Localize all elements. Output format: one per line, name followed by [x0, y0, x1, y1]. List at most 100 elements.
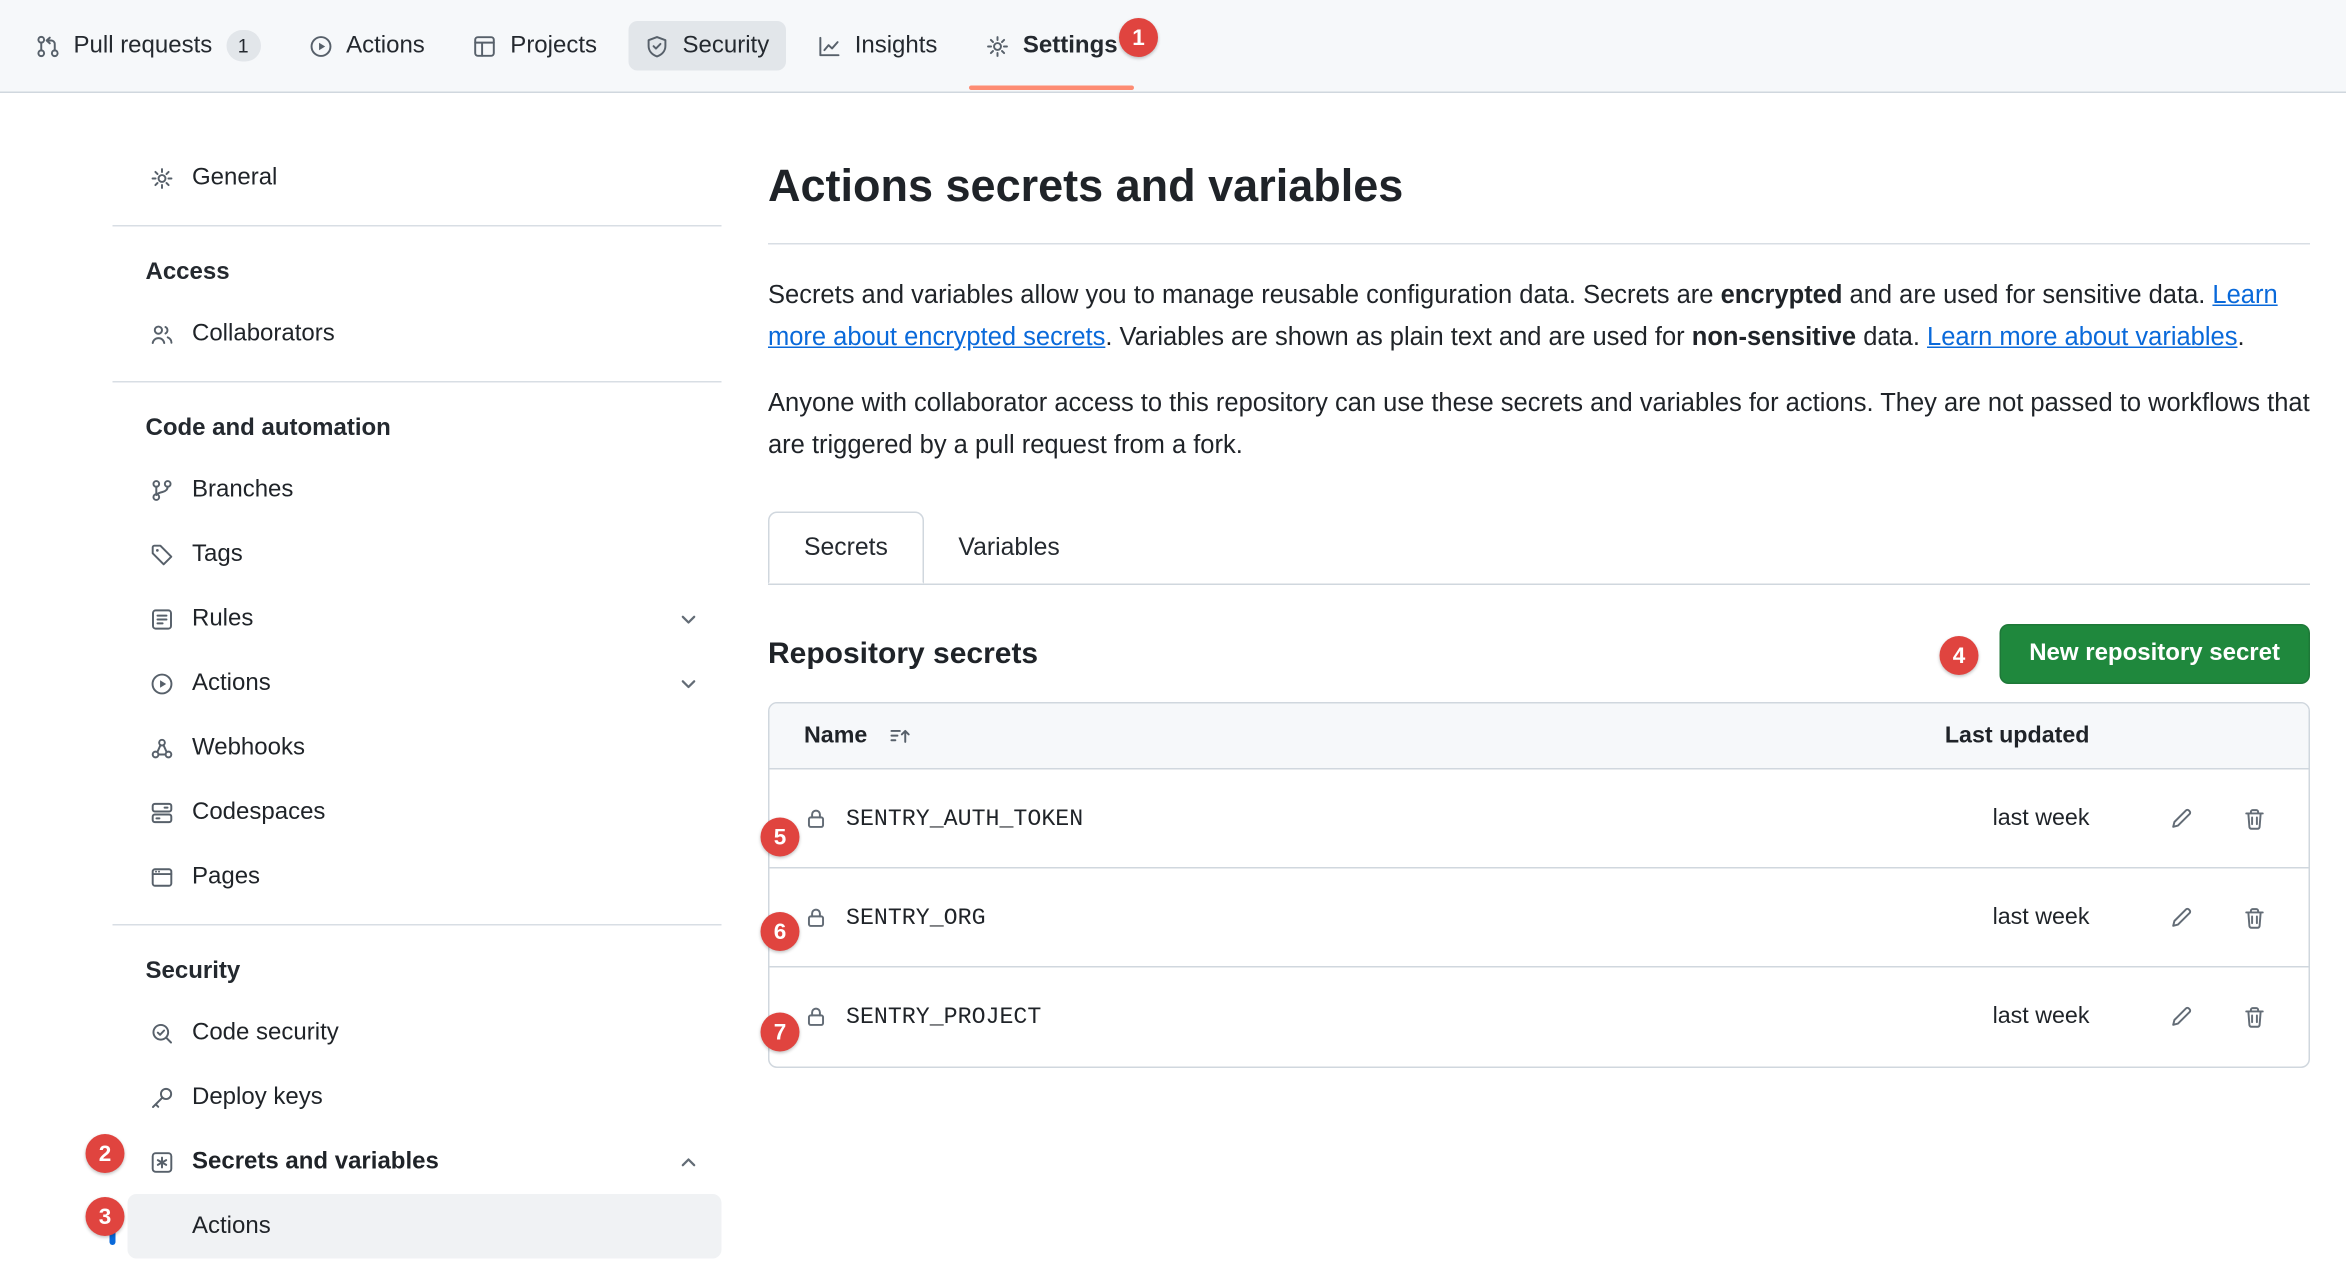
- tab-label: Projects: [510, 33, 597, 59]
- sidebar-item-general[interactable]: General: [113, 146, 722, 211]
- github-repo-settings-page: Pull requests 1 Actions Projects Securit…: [0, 0, 2346, 1278]
- secret-last-updated: last week: [1925, 805, 2090, 832]
- annotation-badge-4: 4: [1940, 636, 1979, 675]
- tab-projects[interactable]: Projects: [449, 0, 621, 92]
- divider: [113, 225, 722, 227]
- tab-actions[interactable]: Actions: [285, 0, 449, 92]
- secrets-table: Name Last updated SENTRY_AUTH_TOKEN last…: [768, 702, 2310, 1068]
- repository-secrets-header-row: Repository secrets New repository secret: [768, 624, 2310, 684]
- chevron-up-icon: [677, 1150, 701, 1174]
- tab-secrets[interactable]: Secrets: [768, 512, 924, 584]
- intro-bold-non-sensitive: non-sensitive: [1692, 323, 1856, 352]
- lock-icon: [804, 1005, 828, 1029]
- sidebar-item-collaborators[interactable]: Collaborators: [113, 302, 722, 367]
- shield-icon: [645, 34, 669, 58]
- asterisk-box-icon: [150, 1150, 174, 1174]
- sidebar-section-access: Access: [113, 242, 722, 302]
- sidebar-item-code-security[interactable]: Code security: [113, 1001, 722, 1066]
- table-icon: [473, 34, 497, 58]
- annotation-badge-5: 5: [761, 818, 800, 857]
- chevron-down-icon: [677, 671, 701, 695]
- secret-row-sentry-project: SENTRY_PROJECT last week: [770, 968, 2309, 1067]
- sidebar-item-label: Codespaces: [192, 799, 325, 826]
- git-pull-request-icon: [36, 34, 60, 58]
- sidebar-section-security: Security: [113, 941, 722, 1001]
- sidebar-item-label: Deploy keys: [192, 1084, 323, 1111]
- sidebar-item-webhooks[interactable]: Webhooks: [113, 716, 722, 781]
- secrets-table-header: Name Last updated: [770, 704, 2309, 770]
- secret-actions-cell: [2090, 1005, 2285, 1029]
- secret-last-updated: last week: [1925, 1004, 2090, 1031]
- sidebar-item-actions[interactable]: Actions: [113, 651, 722, 716]
- key-icon: [150, 1085, 174, 1109]
- annotation-badge-3: 3: [86, 1197, 125, 1236]
- sidebar-section-code-and-automation: Code and automation: [113, 398, 722, 458]
- delete-secret-button[interactable]: [2243, 905, 2267, 929]
- settings-sidebar: General Access Collaborators Code and au…: [113, 93, 722, 1259]
- sidebar-item-tags[interactable]: Tags: [113, 522, 722, 587]
- sidebar-item-label: Collaborators: [192, 320, 335, 347]
- sidebar-item-deploy-keys[interactable]: Deploy keys: [113, 1065, 722, 1130]
- lock-icon: [804, 806, 828, 830]
- webhook-icon: [150, 736, 174, 760]
- intro-bold-encrypted: encrypted: [1721, 281, 1843, 310]
- tab-insights[interactable]: Insights: [793, 0, 961, 92]
- column-header-name-cell: Name: [794, 722, 1925, 749]
- edit-secret-button[interactable]: [2169, 806, 2193, 830]
- tab-label: Settings: [1023, 33, 1118, 59]
- sidebar-item-label: General: [192, 164, 277, 191]
- intro-text: .: [2237, 323, 2244, 352]
- intro-text: and are used for sensitive data.: [1842, 281, 2212, 310]
- sidebar-item-label: Actions: [192, 1213, 271, 1240]
- play-circle-icon: [150, 671, 174, 695]
- intro-text: Secrets and variables allow you to manag…: [768, 281, 1721, 310]
- section-title: Repository secrets: [768, 637, 1038, 672]
- lock-icon: [804, 905, 828, 929]
- secrets-variables-tabnav: Secrets Variables: [768, 512, 2310, 586]
- rules-icon: [150, 607, 174, 631]
- annotation-badge-6: 6: [761, 912, 800, 951]
- secret-name: SENTRY_PROJECT: [846, 1004, 1041, 1031]
- divider: [113, 924, 722, 926]
- intro-text: . Variables are shown as plain text and …: [1105, 323, 1691, 352]
- sidebar-item-label: Code security: [192, 1019, 339, 1046]
- edit-secret-button[interactable]: [2169, 905, 2193, 929]
- column-header-name[interactable]: Name: [804, 722, 867, 749]
- people-icon: [150, 322, 174, 346]
- sidebar-subitem-actions-secrets[interactable]: Actions: [128, 1194, 722, 1259]
- sidebar-item-rules[interactable]: Rules: [113, 587, 722, 652]
- sidebar-item-label: Webhooks: [192, 734, 305, 761]
- active-tab-underline: [969, 86, 1134, 91]
- secret-row-sentry-auth-token: SENTRY_AUTH_TOKEN last week: [770, 770, 2309, 869]
- sidebar-item-branches[interactable]: Branches: [113, 458, 722, 523]
- new-repository-secret-button[interactable]: New repository secret: [1999, 624, 2310, 684]
- sort-ascending-icon[interactable]: [888, 724, 912, 748]
- divider: [113, 381, 722, 383]
- gear-icon: [150, 166, 174, 190]
- tab-label: Actions: [346, 33, 425, 59]
- delete-secret-button[interactable]: [2243, 1005, 2267, 1029]
- divider: [768, 243, 2310, 245]
- sidebar-item-codespaces[interactable]: Codespaces: [113, 780, 722, 845]
- delete-secret-button[interactable]: [2243, 806, 2267, 830]
- content-area: General Access Collaborators Code and au…: [0, 93, 2346, 1259]
- note-paragraph: Anyone with collaborator access to this …: [768, 383, 2310, 467]
- tab-settings[interactable]: Settings: [961, 0, 1141, 92]
- tab-label: Insights: [855, 33, 938, 59]
- sidebar-item-label: Pages: [192, 863, 260, 890]
- git-branch-icon: [150, 478, 174, 502]
- sidebar-item-secrets-and-variables[interactable]: Secrets and variables: [113, 1130, 722, 1195]
- codespaces-icon: [150, 800, 174, 824]
- link-variables[interactable]: Learn more about variables: [1927, 323, 2237, 352]
- tab-variables[interactable]: Variables: [924, 512, 1094, 584]
- codescan-icon: [150, 1021, 174, 1045]
- edit-secret-button[interactable]: [2169, 1005, 2193, 1029]
- repo-tab-navigation: Pull requests 1 Actions Projects Securit…: [0, 0, 2346, 93]
- secret-row-sentry-org: SENTRY_ORG last week: [770, 869, 2309, 968]
- sidebar-item-pages[interactable]: Pages: [113, 845, 722, 910]
- graph-icon: [817, 34, 841, 58]
- browser-icon: [150, 865, 174, 889]
- tab-pull-requests[interactable]: Pull requests 1: [12, 0, 285, 92]
- sidebar-item-label: Tags: [192, 541, 243, 568]
- tab-security[interactable]: Security: [621, 0, 793, 92]
